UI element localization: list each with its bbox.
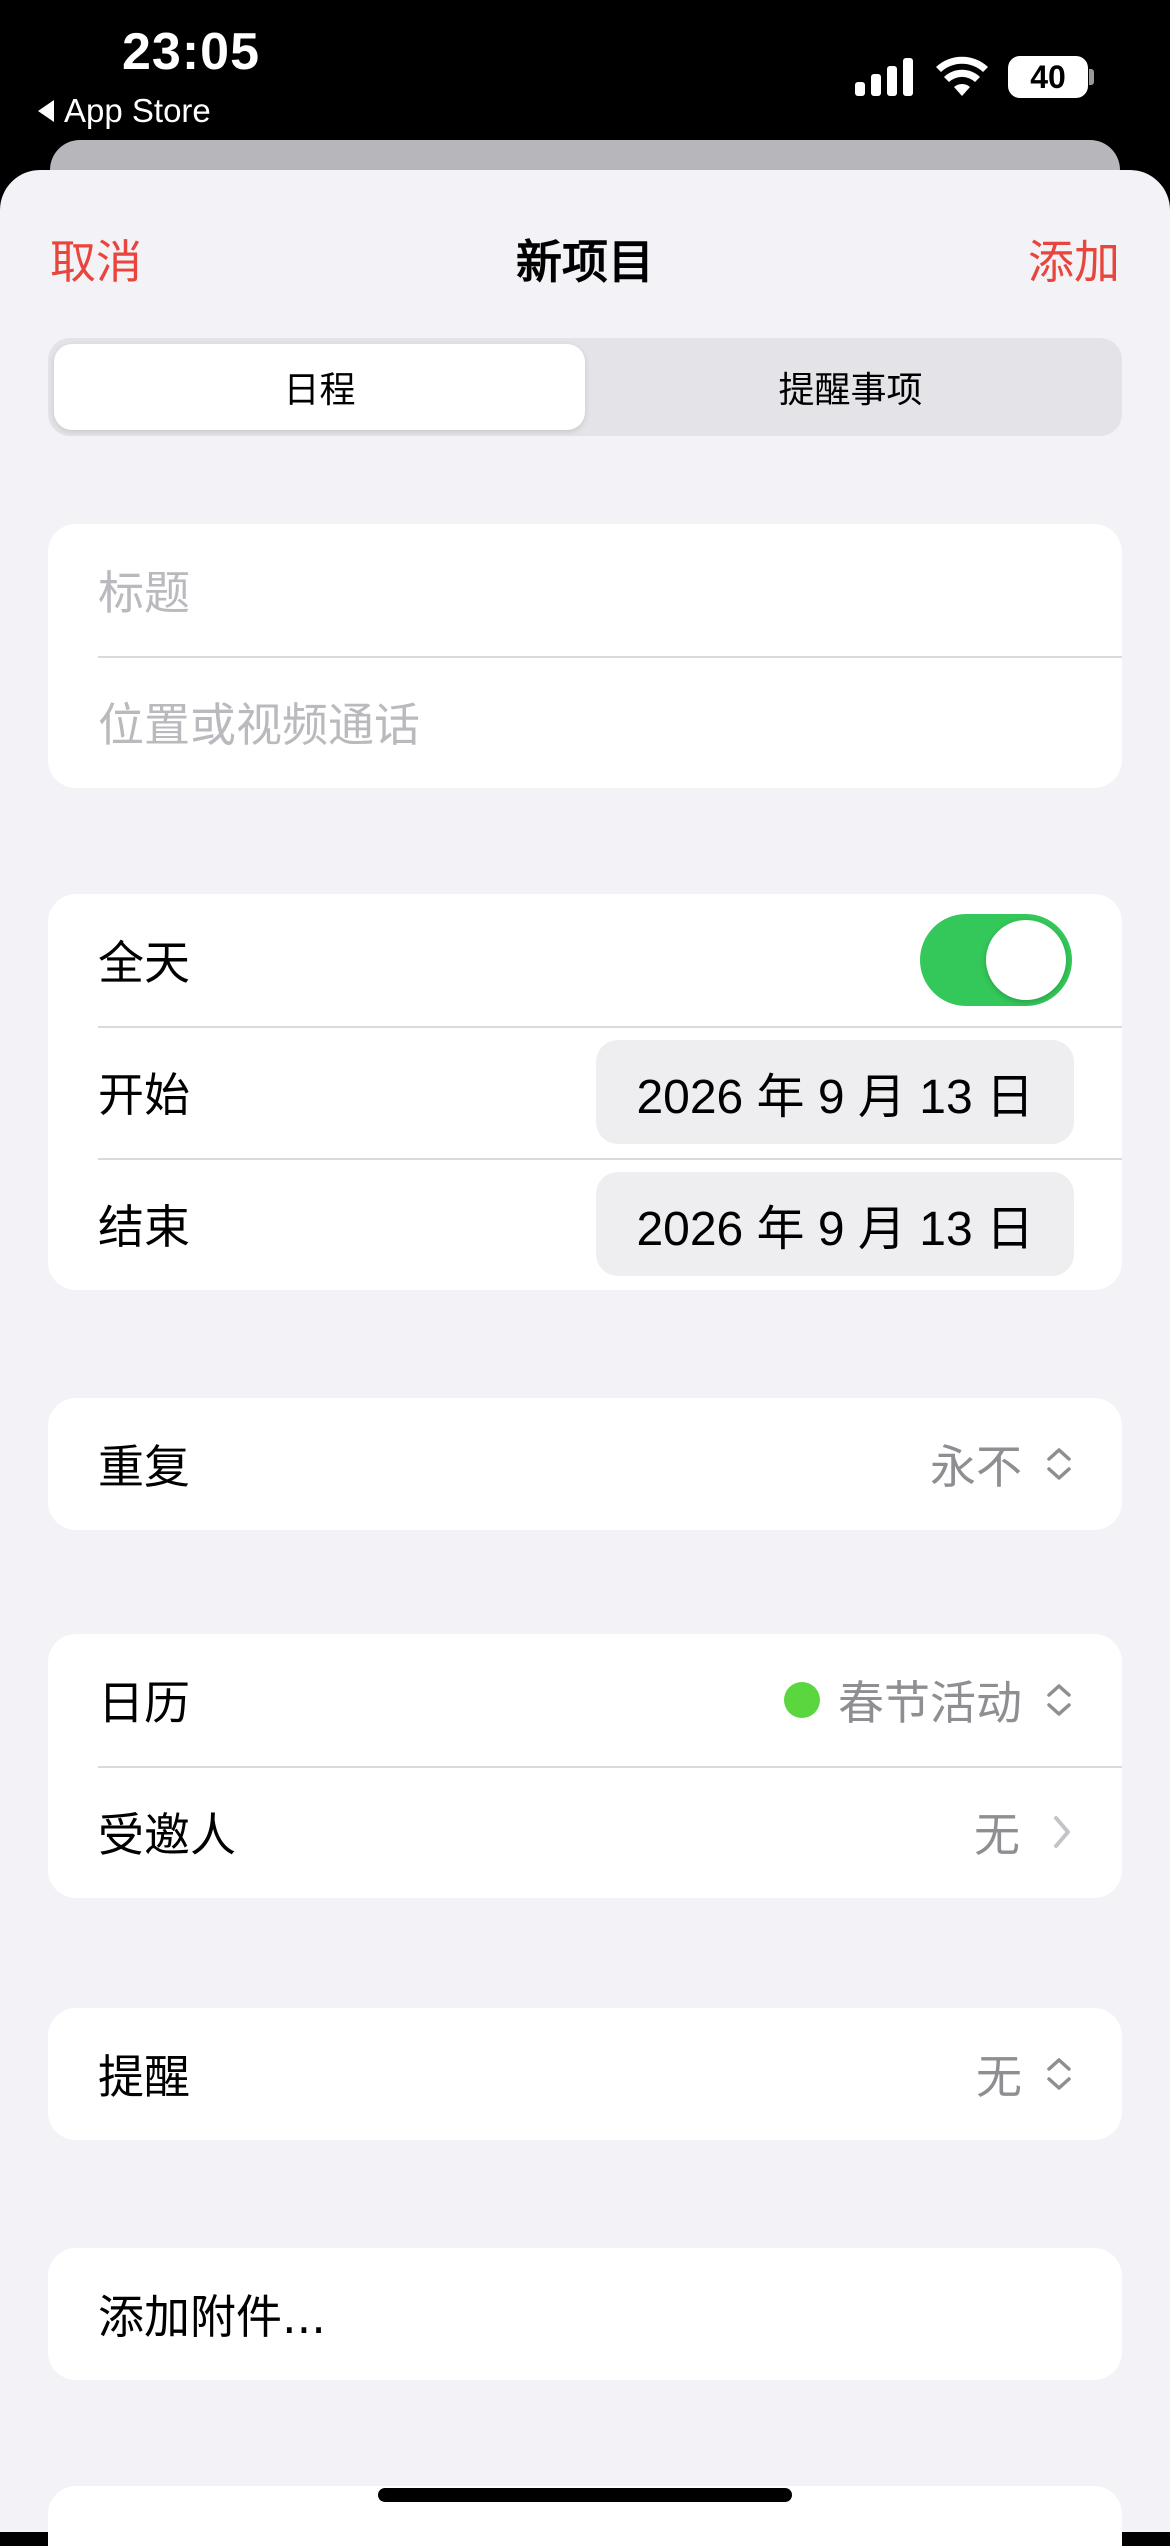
up-down-chevron-icon	[1046, 2057, 1072, 2091]
wifi-icon	[936, 56, 988, 96]
location-placeholder: 位置或视频通话	[98, 698, 420, 752]
cellular-signal-icon	[855, 56, 913, 96]
add-button[interactable]: 添加	[1028, 226, 1120, 292]
calendar-label: 日历	[98, 1676, 190, 1730]
title-location-group: 标题 位置或视频通话	[48, 524, 1122, 788]
battery-cap	[1089, 69, 1094, 85]
item-type-segmented-control: 日程 提醒事项	[48, 338, 1122, 436]
back-label: App Store	[64, 92, 211, 129]
invitees-row[interactable]: 受邀人 无	[48, 1766, 1122, 1898]
calendar-group: 日历 春节活动 受邀人 无	[48, 1634, 1122, 1898]
new-item-sheet: 取消 新项目 添加 日程 提醒事项 标题 位置或视频通话 全天 开始 2026 …	[0, 170, 1170, 2532]
end-label: 结束	[98, 1200, 190, 1254]
calendar-value: 春节活动	[838, 1676, 1022, 1730]
add-attachment-label: 添加附件...	[98, 2290, 326, 2344]
start-date-picker[interactable]: 2026 年 9 月 13 日	[596, 1040, 1074, 1144]
end-row: 结束 2026 年 9 月 13 日	[48, 1158, 1122, 1290]
all-day-toggle[interactable]	[920, 914, 1072, 1006]
add-attachment-row[interactable]: 添加附件...	[48, 2248, 1122, 2380]
repeat-value: 永不	[930, 1440, 1022, 1494]
alert-value: 无	[976, 2050, 1022, 2104]
segment-reminder[interactable]: 提醒事项	[585, 344, 1116, 430]
all-day-label: 全天	[98, 936, 190, 990]
up-down-chevron-icon	[1046, 1683, 1072, 1717]
title-placeholder: 标题	[98, 566, 190, 620]
calendar-color-dot	[784, 1682, 820, 1718]
alert-label: 提醒	[98, 2050, 190, 2104]
calendar-value-container: 春节活动	[784, 1667, 1072, 1733]
status-time: 23:05	[122, 23, 260, 81]
sheet-title: 新项目	[516, 235, 654, 289]
invitees-label: 受邀人	[98, 1808, 236, 1862]
alert-row[interactable]: 提醒 无	[48, 2008, 1122, 2140]
start-label: 开始	[98, 1068, 190, 1122]
toggle-knob	[986, 920, 1066, 1000]
repeat-label: 重复	[98, 1440, 190, 1494]
repeat-value-container: 永不	[930, 1431, 1072, 1497]
repeat-row[interactable]: 重复 永不	[48, 1398, 1122, 1530]
date-group: 全天 开始 2026 年 9 月 13 日 结束 2026 年 9 月 13 日	[48, 894, 1122, 1290]
location-field[interactable]: 位置或视频通话	[48, 656, 1122, 788]
back-arrow-icon	[38, 100, 54, 122]
all-day-row: 全天	[48, 894, 1122, 1026]
up-down-chevron-icon	[1046, 1447, 1072, 1481]
attachment-group: 添加附件...	[48, 2248, 1122, 2380]
calendar-row[interactable]: 日历 春节活动	[48, 1634, 1122, 1766]
alert-group: 提醒 无	[48, 2008, 1122, 2140]
invitees-value-container: 无	[974, 1799, 1072, 1865]
start-row: 开始 2026 年 9 月 13 日	[48, 1026, 1122, 1158]
alert-value-container: 无	[976, 2041, 1072, 2107]
title-field[interactable]: 标题	[48, 524, 1122, 656]
end-date-picker[interactable]: 2026 年 9 月 13 日	[596, 1172, 1074, 1276]
chevron-right-icon	[1054, 1816, 1070, 1848]
battery-icon: 40	[1008, 56, 1088, 98]
back-to-app-store[interactable]: App Store	[38, 92, 211, 130]
home-indicator[interactable]	[378, 2488, 792, 2502]
invitees-value: 无	[974, 1808, 1020, 1862]
segment-event[interactable]: 日程	[54, 344, 585, 430]
repeat-group: 重复 永不	[48, 1398, 1122, 1530]
